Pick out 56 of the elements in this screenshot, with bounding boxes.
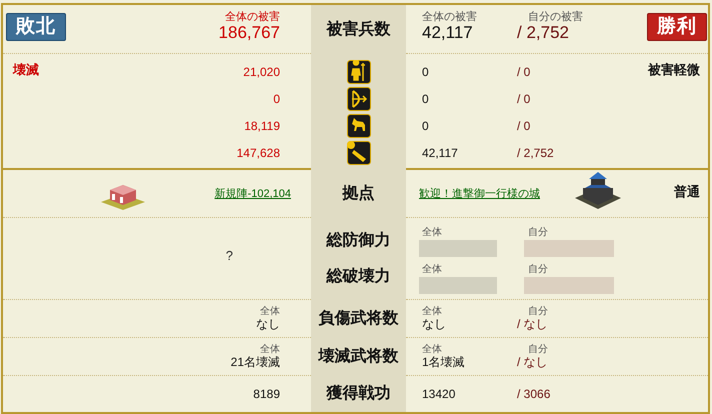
row-label: 総破壊力 bbox=[326, 266, 390, 287]
own-casualty-value: / 0 bbox=[517, 90, 530, 108]
casualty-value: 18,119 bbox=[244, 118, 280, 134]
soldier-icon bbox=[346, 60, 370, 84]
base-link[interactable]: 新規陣-102,104 bbox=[214, 186, 291, 202]
own-caption: 自分 bbox=[527, 344, 548, 354]
castle-link[interactable]: 歓迎！進撃御一行様の城 bbox=[419, 186, 540, 202]
bow-icon bbox=[346, 86, 370, 110]
total-caption: 全体 bbox=[260, 344, 280, 354]
casualty-value: 147,628 bbox=[236, 144, 280, 162]
row-label: 壊滅武将数 bbox=[318, 346, 398, 367]
total-caption: 全体 bbox=[260, 306, 280, 316]
row-label: 拠点 bbox=[342, 184, 374, 204]
casualty-value: 0 bbox=[422, 64, 429, 80]
own-value: / なし bbox=[517, 354, 548, 370]
result-badge: 敗北 bbox=[6, 13, 66, 41]
own-value: / 3066 bbox=[517, 386, 550, 402]
value-text: 13420 bbox=[422, 386, 456, 402]
own-casualty-value: / 0 bbox=[517, 118, 530, 134]
value-text: 21名壊滅 bbox=[230, 354, 280, 370]
casualty-value: 0 bbox=[273, 90, 280, 108]
own-caption: 自分 bbox=[528, 264, 548, 275]
value-text: 8189 bbox=[253, 386, 280, 402]
value-text: なし bbox=[256, 316, 280, 332]
own-caption: 自分 bbox=[528, 227, 548, 238]
own-damage-value: / 2,752 bbox=[517, 23, 570, 43]
own-value: / なし bbox=[517, 316, 548, 332]
status-label: 普通 bbox=[674, 183, 700, 201]
casualty-value: 0 bbox=[422, 90, 429, 108]
own-casualty-value: / 2,752 bbox=[517, 144, 554, 162]
total-damage-value: 42,117 bbox=[422, 23, 474, 43]
castle-icon bbox=[573, 170, 623, 210]
total-damage-caption: 全体の被害 bbox=[225, 11, 280, 23]
casualty-value: 21,020 bbox=[243, 64, 280, 80]
total-caption: 全体 bbox=[422, 227, 442, 238]
total-caption: 全体 bbox=[422, 306, 443, 316]
row-label: 獲得戦功 bbox=[326, 384, 390, 404]
own-caption: 自分 bbox=[527, 306, 548, 316]
own-casualty-value: / 0 bbox=[517, 64, 530, 80]
row-label: 被害兵数 bbox=[326, 19, 390, 40]
status-label: 被害軽微 bbox=[648, 61, 700, 79]
horse-icon bbox=[346, 114, 370, 138]
casualty-value: 0 bbox=[422, 118, 429, 134]
total-damage-caption: 全体の被害 bbox=[422, 11, 477, 23]
casualty-value: 42,117 bbox=[422, 144, 458, 162]
power-value: ? bbox=[226, 247, 233, 265]
row-label: 負傷武将数 bbox=[318, 308, 398, 329]
own-damage-caption: 自分の被害 bbox=[527, 11, 583, 23]
value-text: なし bbox=[422, 316, 446, 332]
row-label: 総防御力 bbox=[326, 230, 390, 251]
total-damage-value: 186,767 bbox=[218, 23, 280, 43]
result-badge: 勝利 bbox=[647, 13, 707, 41]
status-label: 壊滅 bbox=[13, 61, 39, 79]
total-caption: 全体 bbox=[422, 344, 443, 354]
total-caption: 全体 bbox=[422, 264, 442, 275]
value-text: 1名壊滅 bbox=[422, 354, 465, 370]
